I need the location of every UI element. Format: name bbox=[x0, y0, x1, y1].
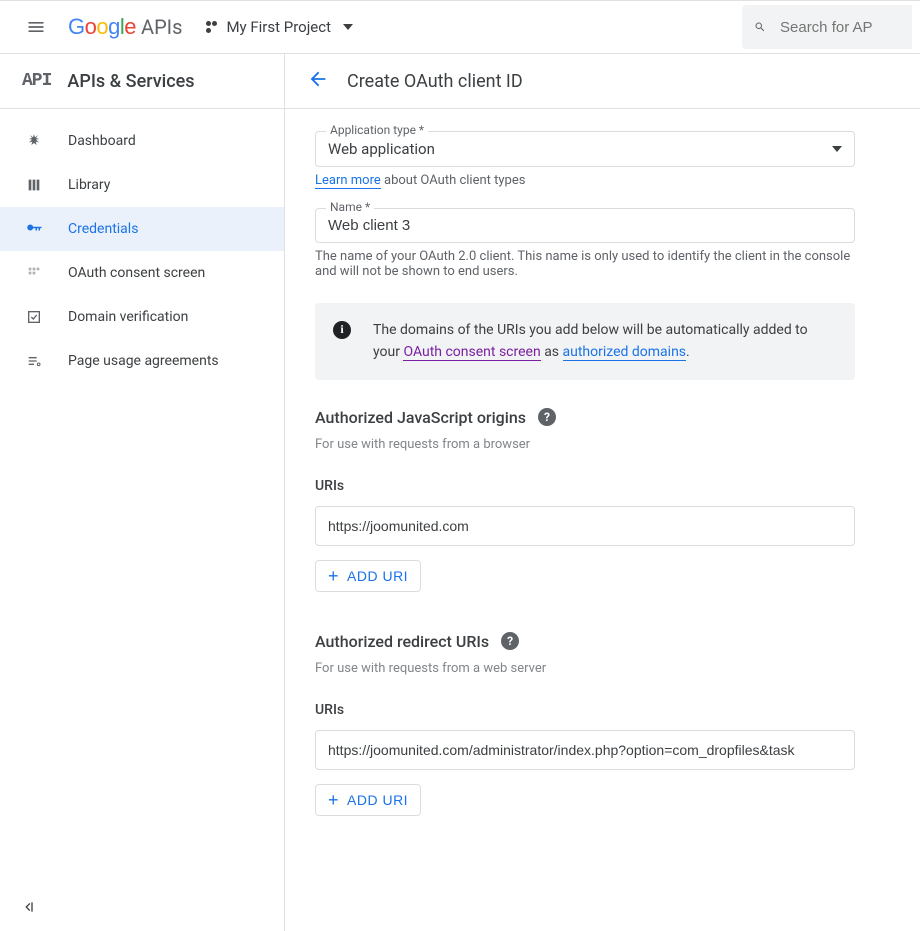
check-icon bbox=[24, 309, 44, 325]
hamburger-icon bbox=[26, 17, 46, 37]
library-icon bbox=[24, 177, 44, 193]
js-origin-uri-input[interactable] bbox=[315, 506, 855, 546]
plus-icon: + bbox=[328, 793, 339, 807]
application-type-select[interactable]: Application type * Web application bbox=[315, 131, 855, 167]
sidebar-item-label: Page usage agreements bbox=[68, 353, 219, 369]
sidebar-item-domain-verification[interactable]: Domain verification bbox=[0, 295, 284, 339]
search-bar[interactable] bbox=[742, 5, 912, 49]
name-help: The name of your OAuth 2.0 client. This … bbox=[315, 249, 855, 279]
form-area: Application type * Web application Learn… bbox=[285, 109, 885, 886]
apis-label: APIs bbox=[141, 15, 182, 39]
sidebar-item-label: Library bbox=[68, 177, 110, 193]
arrow-left-icon bbox=[307, 68, 329, 90]
info-icon: i bbox=[333, 321, 351, 339]
sidebar-item-library[interactable]: Library bbox=[0, 163, 284, 207]
project-selector[interactable]: My First Project bbox=[206, 18, 353, 36]
info-text: The domains of the URIs you add below wi… bbox=[373, 319, 837, 364]
sidebar: API APIs & Services Dashboard Library bbox=[0, 54, 285, 931]
name-field[interactable]: Name * bbox=[315, 208, 855, 243]
sidebar-item-label: Dashboard bbox=[68, 133, 136, 149]
add-redirect-uri-button[interactable]: + ADD URI bbox=[315, 784, 421, 816]
authorized-domains-link[interactable]: authorized domains bbox=[563, 344, 687, 361]
chevron-down-icon bbox=[343, 24, 353, 30]
sidebar-item-dashboard[interactable]: Dashboard bbox=[0, 119, 284, 163]
topbar: Google APIs My First Project bbox=[0, 0, 920, 54]
add-uri-label: ADD URI bbox=[347, 792, 408, 808]
name-input[interactable] bbox=[328, 217, 842, 234]
main-content: Create OAuth client ID Application type … bbox=[285, 54, 920, 931]
sidebar-item-page-usage[interactable]: Page usage agreements bbox=[0, 339, 284, 383]
js-origins-uris-label: URIs bbox=[315, 478, 855, 494]
help-icon[interactable]: ? bbox=[501, 632, 519, 650]
application-type-value: Web application bbox=[328, 140, 435, 158]
sidebar-title: APIs & Services bbox=[67, 71, 194, 92]
redirect-uri-input[interactable] bbox=[315, 730, 855, 770]
js-origins-desc: For use with requests from a browser bbox=[315, 437, 855, 452]
page-title: Create OAuth client ID bbox=[347, 71, 523, 92]
redirect-uris-title: Authorized redirect URIs bbox=[315, 632, 489, 651]
consent-icon bbox=[24, 265, 44, 281]
sidebar-collapse-button[interactable] bbox=[20, 899, 36, 919]
sidebar-nav: Dashboard Library Credentials OAuth cons… bbox=[0, 109, 284, 931]
logo[interactable]: Google APIs bbox=[68, 14, 182, 40]
search-input[interactable] bbox=[780, 19, 900, 36]
sidebar-item-credentials[interactable]: Credentials bbox=[0, 207, 284, 251]
hamburger-menu-button[interactable] bbox=[16, 7, 56, 47]
redirect-uris-title-row: Authorized redirect URIs ? bbox=[315, 632, 855, 651]
name-label: Name * bbox=[326, 200, 374, 214]
add-uri-label: ADD URI bbox=[347, 568, 408, 584]
search-icon bbox=[754, 18, 766, 36]
api-badge: API bbox=[22, 71, 51, 91]
project-dots-icon bbox=[206, 21, 218, 33]
sidebar-item-oauth-consent[interactable]: OAuth consent screen bbox=[0, 251, 284, 295]
chevron-down-icon bbox=[832, 146, 842, 152]
sidebar-header: API APIs & Services bbox=[0, 54, 284, 109]
google-logo: Google bbox=[68, 14, 136, 40]
application-type-help: Learn more about OAuth client types bbox=[315, 173, 855, 188]
main-header: Create OAuth client ID bbox=[285, 54, 920, 109]
js-origins-title-row: Authorized JavaScript origins ? bbox=[315, 408, 855, 427]
sidebar-item-label: Credentials bbox=[68, 221, 138, 237]
oauth-consent-link[interactable]: OAuth consent screen bbox=[403, 344, 540, 361]
redirect-uris-section: Authorized redirect URIs ? For use with … bbox=[315, 632, 855, 816]
redirect-uris-desc: For use with requests from a web server bbox=[315, 661, 855, 676]
help-icon[interactable]: ? bbox=[538, 408, 556, 426]
project-name: My First Project bbox=[226, 18, 331, 36]
redirect-uris-label: URIs bbox=[315, 702, 855, 718]
js-origins-title: Authorized JavaScript origins bbox=[315, 408, 526, 427]
sidebar-item-label: OAuth consent screen bbox=[68, 265, 205, 281]
plus-icon: + bbox=[328, 569, 339, 583]
agreement-icon bbox=[24, 353, 44, 369]
back-button[interactable] bbox=[307, 68, 329, 95]
sidebar-item-label: Domain verification bbox=[68, 309, 188, 325]
dashboard-icon bbox=[24, 133, 44, 149]
application-type-label: Application type * bbox=[326, 123, 428, 137]
chevron-left-icon bbox=[20, 899, 36, 915]
learn-more-link[interactable]: Learn more bbox=[315, 173, 381, 189]
add-js-origin-button[interactable]: + ADD URI bbox=[315, 560, 421, 592]
key-icon bbox=[24, 220, 44, 238]
info-box: i The domains of the URIs you add below … bbox=[315, 303, 855, 380]
js-origins-section: Authorized JavaScript origins ? For use … bbox=[315, 408, 855, 592]
